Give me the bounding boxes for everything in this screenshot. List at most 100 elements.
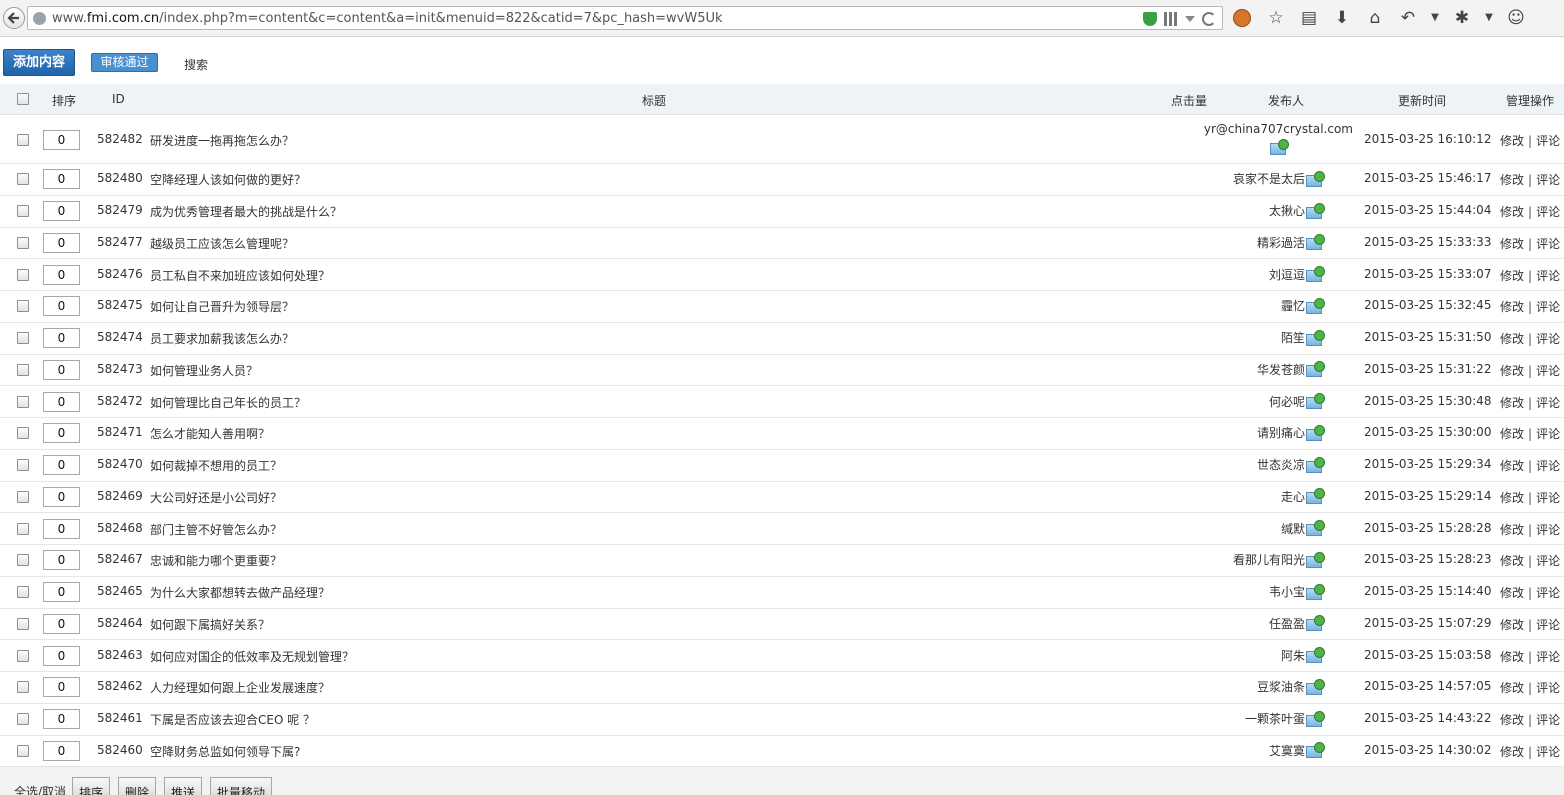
comment-link[interactable]: 评论 xyxy=(1536,681,1560,695)
row-checkbox[interactable] xyxy=(17,363,29,376)
row-title-link[interactable]: 大公司好还是小公司好？ xyxy=(150,489,282,506)
user-info-icon[interactable] xyxy=(1306,520,1325,537)
row-checkbox[interactable] xyxy=(17,268,29,281)
star-icon[interactable]: ☆ xyxy=(1265,7,1287,29)
approve-button[interactable]: 审核通过 xyxy=(91,53,158,72)
row-title-link[interactable]: 怎么才能知人善用啊？ xyxy=(150,425,270,442)
row-title-link[interactable]: 为什么大家都想转去做产品经理？ xyxy=(150,584,330,601)
comment-link[interactable]: 评论 xyxy=(1536,586,1560,600)
row-checkbox[interactable] xyxy=(17,300,29,313)
comment-link[interactable]: 评论 xyxy=(1536,650,1560,664)
comment-link[interactable]: 评论 xyxy=(1536,745,1560,759)
row-title-link[interactable]: 越级员工应该怎么管理呢？ xyxy=(150,235,294,252)
row-title-link[interactable]: 如何裁掉不想用的员工？ xyxy=(150,457,282,474)
publisher-name[interactable]: 艾寞寞 xyxy=(1269,742,1305,759)
publisher-name[interactable]: 何必呢 xyxy=(1269,393,1305,410)
publisher-name[interactable]: 哀家不是太后 xyxy=(1233,170,1305,187)
row-checkbox[interactable] xyxy=(17,332,29,345)
publisher-name[interactable]: 看那儿有阳光 xyxy=(1233,551,1305,568)
push-button[interactable]: 推送 xyxy=(164,777,203,795)
dropdown-arrow-icon[interactable] xyxy=(1185,16,1195,22)
row-title-link[interactable]: 忠诚和能力哪个更重要？ xyxy=(150,552,282,569)
publisher-name[interactable]: 陌笙 xyxy=(1281,329,1305,346)
edit-link[interactable]: 修改 xyxy=(1500,173,1524,187)
user-info-icon[interactable] xyxy=(1306,615,1325,632)
sort-button[interactable]: 排序 xyxy=(72,777,111,795)
row-checkbox[interactable] xyxy=(17,649,29,662)
publisher-name[interactable]: 走心 xyxy=(1281,488,1305,505)
tools-icon[interactable]: ✱ xyxy=(1451,7,1473,29)
batch-move-button[interactable]: 批量移动 xyxy=(210,777,273,795)
edit-link[interactable]: 修改 xyxy=(1500,237,1524,251)
user-info-icon[interactable] xyxy=(1306,456,1325,473)
row-title-link[interactable]: 如何管理比自己年长的员工？ xyxy=(150,394,306,411)
row-title-link[interactable]: 如何管理业务人员？ xyxy=(150,362,258,379)
row-checkbox[interactable] xyxy=(17,427,29,440)
row-title-link[interactable]: 成为优秀管理者最大的挑战是什么？ xyxy=(150,203,342,220)
sort-order-input[interactable]: 0 xyxy=(43,423,80,444)
delete-button[interactable]: 删除 xyxy=(118,777,157,795)
edit-link[interactable]: 修改 xyxy=(1500,650,1524,664)
row-checkbox[interactable] xyxy=(17,617,29,630)
edit-link[interactable]: 修改 xyxy=(1500,586,1524,600)
edit-link[interactable]: 修改 xyxy=(1500,269,1524,283)
comment-link[interactable]: 评论 xyxy=(1536,332,1560,346)
sort-order-input[interactable]: 0 xyxy=(43,296,80,317)
edit-link[interactable]: 修改 xyxy=(1500,681,1524,695)
row-title-link[interactable]: 研发进度一拖再拖怎么办？ xyxy=(150,132,294,149)
edit-link[interactable]: 修改 xyxy=(1500,300,1524,314)
row-title-link[interactable]: 如何跟下属搞好关系？ xyxy=(150,616,270,633)
sort-order-input[interactable]: 0 xyxy=(43,518,80,539)
edit-link[interactable]: 修改 xyxy=(1500,427,1524,441)
comment-link[interactable]: 评论 xyxy=(1536,554,1560,568)
row-checkbox[interactable] xyxy=(17,205,29,218)
comment-link[interactable]: 评论 xyxy=(1536,618,1560,632)
row-checkbox[interactable] xyxy=(17,681,29,694)
sort-order-input[interactable]: 0 xyxy=(43,550,80,571)
user-info-icon[interactable] xyxy=(1306,202,1325,219)
search-link[interactable]: 搜索 xyxy=(184,56,208,73)
row-checkbox[interactable] xyxy=(17,713,29,726)
row-title-link[interactable]: 下属是否应该去迎合CEO 呢 ？ xyxy=(150,711,315,728)
comment-link[interactable]: 评论 xyxy=(1536,459,1560,473)
sort-order-input[interactable]: 0 xyxy=(43,391,80,412)
row-checkbox[interactable] xyxy=(17,173,29,186)
sort-order-input[interactable]: 0 xyxy=(43,232,80,253)
sort-order-input[interactable]: 0 xyxy=(43,677,80,698)
address-bar[interactable]: www.fmi.com.cn/index.php?m=content&c=con… xyxy=(27,6,1223,30)
add-content-button[interactable]: 添加内容 xyxy=(3,49,75,76)
row-checkbox[interactable] xyxy=(17,522,29,535)
user-info-icon[interactable] xyxy=(1306,424,1325,441)
edit-link[interactable]: 修改 xyxy=(1500,618,1524,632)
comment-link[interactable]: 评论 xyxy=(1536,173,1560,187)
user-info-icon[interactable] xyxy=(1306,393,1325,410)
user-info-icon[interactable] xyxy=(1306,678,1325,695)
publisher-name[interactable]: 豆浆油条 xyxy=(1257,678,1305,695)
publisher-name[interactable]: 华发苍颜 xyxy=(1257,361,1305,378)
comment-link[interactable]: 评论 xyxy=(1536,523,1560,537)
comment-link[interactable]: 评论 xyxy=(1536,237,1560,251)
row-title-link[interactable]: 部门主管不好管怎么办？ xyxy=(150,521,282,538)
comment-link[interactable]: 评论 xyxy=(1536,713,1560,727)
publisher-name[interactable]: 一颗茶叶蛋 xyxy=(1245,710,1305,727)
row-title-link[interactable]: 人力经理如何跟上企业发展速度？ xyxy=(150,679,330,696)
sort-order-input[interactable]: 0 xyxy=(43,201,80,222)
row-checkbox[interactable] xyxy=(17,586,29,599)
publisher-name[interactable]: 缄默 xyxy=(1281,520,1305,537)
smiley-icon[interactable]: ☺ xyxy=(1505,7,1527,29)
sort-order-input[interactable]: 0 xyxy=(43,359,80,380)
row-title-link[interactable]: 空降经理人该如何做的更好？ xyxy=(150,171,306,188)
user-info-icon[interactable] xyxy=(1306,551,1325,568)
back-button[interactable] xyxy=(3,7,25,29)
reading-list-icon[interactable]: ▤ xyxy=(1298,7,1320,29)
edit-link[interactable]: 修改 xyxy=(1500,523,1524,537)
row-title-link[interactable]: 如何应对国企的低效率及无规划管理？ xyxy=(150,648,354,665)
publisher-name[interactable]: yr@china707crystal.com xyxy=(1204,122,1353,136)
chevron-down-icon[interactable]: ▼ xyxy=(1430,7,1440,29)
undo-icon[interactable]: ↶ xyxy=(1397,7,1419,29)
home-icon[interactable]: ⌂ xyxy=(1364,7,1386,29)
publisher-name[interactable]: 刘逗逗 xyxy=(1269,266,1305,283)
edit-link[interactable]: 修改 xyxy=(1500,745,1524,759)
chevron-down-icon[interactable]: ▼ xyxy=(1484,7,1494,29)
shield-icon[interactable] xyxy=(1143,12,1157,26)
